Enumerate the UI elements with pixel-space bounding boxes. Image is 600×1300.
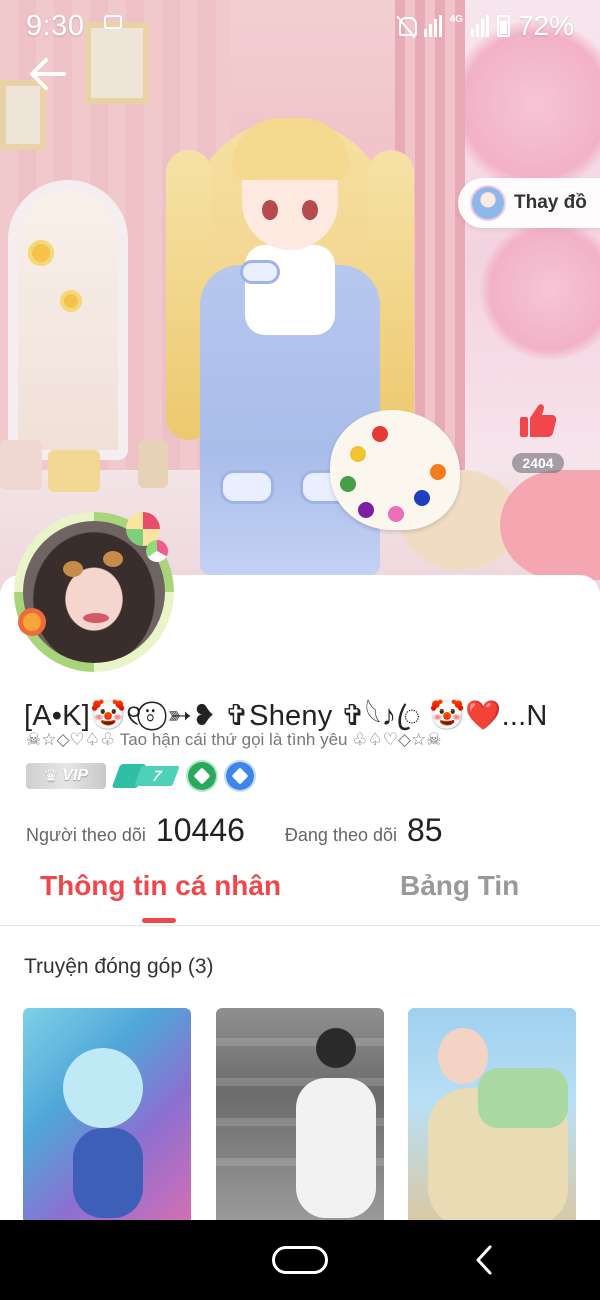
signal-icon — [423, 15, 442, 37]
banner-brush-cup — [138, 440, 168, 488]
level-number: 7 — [134, 766, 180, 786]
story-card[interactable] — [23, 1008, 191, 1220]
story-card[interactable] — [408, 1008, 576, 1220]
like-button[interactable]: 2404 — [505, 400, 571, 473]
following-label[interactable]: Đang theo dõi — [285, 825, 397, 846]
tab-personal-info[interactable]: Thông tin cá nhân — [40, 870, 281, 902]
network-type: 4G — [449, 14, 463, 25]
nav-back-icon[interactable] — [470, 1244, 498, 1276]
change-outfit-button[interactable]: Thay đồ — [458, 178, 600, 228]
back-arrow-icon — [30, 58, 66, 90]
banner-gift-box — [48, 450, 100, 492]
vip-badge[interactable]: ♛ VIP — [26, 763, 106, 789]
battery-percent: 72% — [517, 10, 574, 41]
crown-icon: ♛ — [43, 768, 59, 785]
outfit-avatar-icon — [470, 185, 506, 221]
profile-banner — [0, 0, 600, 600]
thumbs-up-icon — [520, 404, 557, 437]
contributed-stories-title: Truyện đóng góp (3) — [24, 955, 214, 978]
followers-label[interactable]: Người theo dõi — [26, 825, 146, 846]
mute-icon — [396, 15, 417, 37]
vip-label: VIP — [62, 767, 89, 784]
followers-count[interactable]: 10446 — [156, 812, 245, 849]
user-signature: ☠☆◇♡♤♧ Tao hận cái thứ gọi là tình yêu ♧… — [26, 730, 442, 749]
status-time: 9:30 — [26, 10, 85, 42]
message-notification-icon — [104, 15, 122, 29]
banner-flower — [28, 240, 54, 266]
home-pill-icon[interactable] — [272, 1246, 328, 1274]
banner-flower — [60, 290, 82, 312]
banner-drawer — [0, 440, 42, 490]
battery-icon — [496, 15, 510, 37]
like-count: 2404 — [512, 453, 564, 473]
level-badge[interactable]: 7 — [111, 764, 180, 788]
badge-row: ♛ VIP 7 — [26, 762, 254, 790]
status-bar: 9:30 4G 72% — [0, 0, 600, 52]
story-list — [0, 1008, 600, 1220]
following-count[interactable]: 85 — [407, 812, 443, 849]
candy-decoration-icon — [146, 540, 168, 562]
back-button[interactable] — [26, 52, 70, 96]
story-card[interactable] — [216, 1008, 384, 1220]
green-achievement-icon[interactable] — [188, 762, 216, 790]
active-tab-indicator — [142, 918, 176, 923]
banner-mirror — [8, 180, 128, 460]
blue-achievement-icon[interactable] — [226, 762, 254, 790]
system-nav-bar — [0, 1220, 600, 1300]
tab-newsfeed[interactable]: Bảng Tin — [400, 870, 519, 902]
candy-decoration-icon — [18, 608, 46, 636]
profile-tabs: Thông tin cá nhân Bảng Tin — [0, 862, 600, 926]
follow-stats: Người theo dõi 10446 Đang theo dõi 85 — [26, 812, 586, 849]
signal-icon — [470, 15, 489, 37]
paint-palette-icon — [330, 410, 460, 530]
change-outfit-label: Thay đồ — [514, 192, 587, 213]
